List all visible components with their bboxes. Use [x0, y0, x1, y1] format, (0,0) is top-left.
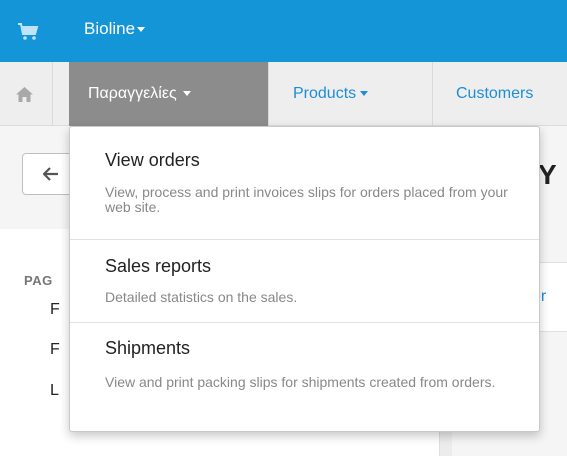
menu-item-description: View, process and print invoices slips f… — [105, 184, 508, 215]
menu-item-title: View orders — [105, 150, 200, 170]
store-name: Bioline — [84, 19, 136, 38]
menu-item-sales-reports[interactable]: Sales reports Detailed statistics on the… — [70, 240, 539, 322]
chevron-down-icon — [137, 27, 146, 33]
nav-divider — [268, 62, 269, 126]
sidebar-item[interactable]: F — [50, 341, 60, 359]
nav-tab-products[interactable]: Products — [293, 83, 369, 105]
page-title: Y — [538, 159, 557, 190]
nav-tab-orders-label[interactable]: Παραγγελίες — [88, 83, 191, 105]
orders-dropdown-menu: View orders View, process and print invo… — [69, 126, 540, 432]
chevron-down-icon — [182, 91, 191, 97]
arrow-left-icon — [43, 167, 58, 181]
chevron-down-icon — [360, 91, 369, 97]
top-header-bar: Bioline — [0, 0, 567, 62]
home-icon[interactable] — [16, 87, 33, 102]
menu-item-description: View and print packing slips for shipmen… — [105, 374, 496, 390]
menu-item-title: Shipments — [105, 338, 191, 358]
store-switcher[interactable]: Bioline — [84, 18, 146, 40]
sidebar-item[interactable]: F — [50, 301, 60, 319]
nav-divider — [52, 62, 53, 126]
nav-divider — [432, 62, 433, 126]
nav-tab-customers[interactable]: Customers — [456, 83, 533, 105]
menu-item-view-orders[interactable]: View orders View, process and print invo… — [70, 127, 539, 239]
menu-item-title: Sales reports — [105, 256, 212, 276]
sidebar-title: PAG — [24, 273, 53, 288]
sidebar-item[interactable]: L — [50, 382, 59, 400]
menu-item-shipments[interactable]: Shipments View and print packing slips f… — [70, 323, 539, 431]
menu-item-description: Detailed statistics on the sales. — [105, 289, 298, 305]
main-navigation: Παραγγελίες Products Customers — [0, 62, 567, 126]
shopping-cart-icon — [18, 23, 39, 40]
